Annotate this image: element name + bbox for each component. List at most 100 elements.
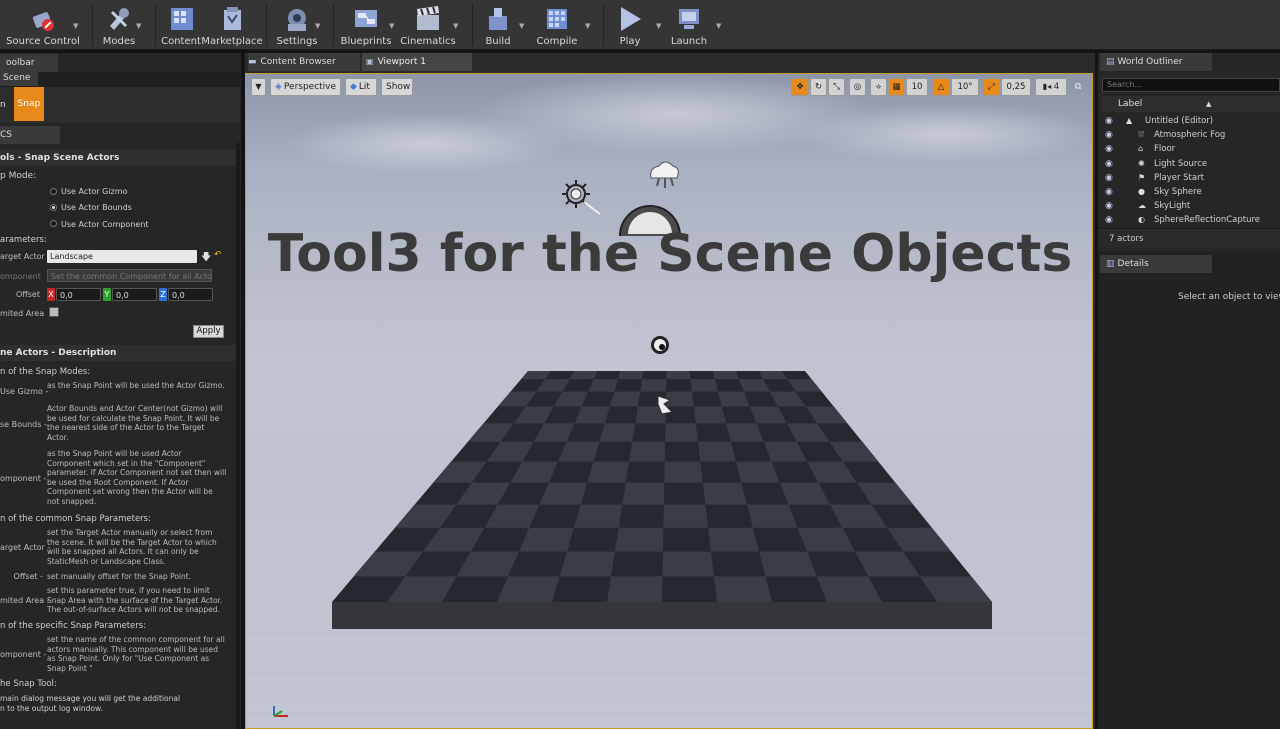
toolbar-separator (266, 4, 267, 46)
chevron-down-icon[interactable]: ▼ (716, 22, 721, 30)
show-button[interactable]: Show (381, 78, 413, 96)
launch-button[interactable]: Launch (668, 0, 710, 50)
perspective-icon: ◈ (275, 82, 282, 92)
visibility-eye-icon[interactable]: ◉ (1105, 171, 1113, 185)
translate-tool-icon[interactable]: ✥ (791, 78, 809, 96)
offset-z-input[interactable]: 0,0 (168, 288, 213, 301)
target-actor-field[interactable]: Landscape (47, 250, 197, 263)
cinematics-button[interactable]: Cinematics (400, 0, 456, 50)
component-label: omponent (0, 272, 41, 281)
play-button[interactable]: Play (612, 0, 648, 50)
limited-area-checkbox[interactable] (49, 307, 59, 317)
visibility-eye-icon[interactable]: ◉ (1105, 199, 1113, 213)
actor-count: 7 actors (1098, 228, 1280, 248)
content-button[interactable]: Content (161, 0, 201, 50)
chevron-down-icon[interactable]: ▼ (73, 22, 78, 30)
limited-area-label: mited Area (0, 309, 45, 318)
tab-content-browser[interactable]: ▬ Content Browser (248, 53, 360, 71)
outliner-item-label: SphereReflectionCapture (1154, 215, 1261, 226)
apply-button[interactable]: Apply (193, 325, 224, 338)
rotation-snap-value[interactable]: 10° (951, 78, 979, 96)
outliner-item[interactable]: ◉ ⚑ Player Start (1098, 171, 1280, 185)
tab-details[interactable]: ▥ Details (1100, 255, 1212, 273)
build-button[interactable]: Build (480, 0, 516, 50)
chevron-down-icon[interactable]: ▼ (585, 22, 590, 30)
outliner-item[interactable]: ◉ ☁ SkyLight (1098, 199, 1280, 213)
outliner-item-label: Atmospheric Fog (1154, 130, 1226, 141)
toolbar-separator (603, 4, 604, 46)
build-icon (489, 8, 507, 30)
component-field[interactable]: Set the common Component for all Actors (47, 269, 212, 282)
radio-use-actor-bounds[interactable] (50, 204, 57, 211)
world-space-icon[interactable]: ◎ (849, 78, 866, 96)
visibility-eye-icon[interactable]: ◉ (1105, 128, 1113, 142)
source-control-button[interactable]: Source Control (6, 0, 80, 50)
chevron-down-icon[interactable]: ▼ (656, 22, 661, 30)
cinematics-icon (417, 6, 439, 30)
outliner-item[interactable]: ◉ ▲ Untitled (Editor) (1098, 114, 1280, 128)
chevron-down-icon[interactable]: ▼ (136, 22, 141, 30)
prev-mode-button[interactable]: n (0, 100, 6, 110)
floor-tile (607, 576, 663, 602)
offset-x-input[interactable]: 0,0 (56, 288, 101, 301)
visibility-eye-icon[interactable]: ◉ (1105, 142, 1113, 156)
blueprints-button[interactable]: Blueprints (341, 0, 391, 50)
scale-snap-icon[interactable]: ⤢ (983, 78, 1000, 96)
tab-scene[interactable]: Scene (0, 71, 38, 86)
outliner-item[interactable]: ◉ ⛆ Atmospheric Fog (1098, 128, 1280, 142)
compile-button[interactable]: Compile (536, 0, 578, 50)
lit-button[interactable]: ◆ Lit (345, 78, 377, 96)
outliner-search-input[interactable]: Search... (1102, 78, 1280, 92)
floor-tile (714, 576, 772, 602)
radio-use-actor-gizmo[interactable] (50, 188, 57, 195)
scrollbar[interactable] (236, 143, 240, 729)
maximize-viewport-icon[interactable]: ⧉ (1075, 82, 1081, 92)
surface-snap-icon[interactable]: ⟡ (870, 78, 887, 96)
tab-viewport-1[interactable]: ▣ Viewport 1 (362, 53, 472, 71)
radio-use-actor-component[interactable] (50, 220, 57, 227)
outliner-item-label: SkyLight (1154, 201, 1191, 212)
scale-tool-icon[interactable]: ⤡ (828, 78, 845, 96)
tab-world-outliner[interactable]: ▤ World Outliner (1100, 53, 1212, 71)
outliner-item-label: Player Start (1154, 172, 1204, 183)
chevron-down-icon[interactable]: ▼ (519, 22, 524, 30)
grid-snap-icon[interactable]: ▦ (888, 78, 905, 96)
desc-limited-label: mited Area - (0, 596, 50, 605)
rotate-tool-icon[interactable]: ↻ (810, 78, 827, 96)
reset-arrow-icon[interactable]: ↶ (214, 250, 222, 260)
mode-gizmo-label: Use Actor Gizmo (61, 187, 128, 196)
camera-speed-button[interactable]: ▮◂ 4 (1035, 78, 1067, 96)
floor-tile (629, 441, 666, 462)
visibility-eye-icon[interactable]: ◉ (1105, 185, 1113, 199)
chevron-down-icon[interactable]: ▼ (453, 22, 458, 30)
chevron-down-icon[interactable]: ▼ (315, 22, 320, 30)
chevron-down-icon[interactable]: ▼ (389, 22, 394, 30)
marketplace-button[interactable]: Marketplace (201, 0, 263, 50)
arrow-down-icon[interactable]: 🡇 (201, 250, 211, 267)
visibility-eye-icon[interactable]: ◉ (1105, 114, 1113, 128)
details-icon: ▥ (1106, 259, 1115, 269)
scale-snap-value[interactable]: 0,25 (1001, 78, 1031, 96)
outliner-item[interactable]: ◉ ◐ SphereReflectionCapture (1098, 213, 1280, 227)
lit-icon: ◆ (350, 82, 357, 92)
perspective-label: Perspective (283, 82, 337, 92)
viewport-options-button[interactable]: ▼ (251, 78, 266, 96)
tab-toolbar[interactable]: oolbar (0, 54, 58, 72)
outliner-item[interactable]: ◉ ⌂ Floor (1098, 142, 1280, 156)
level-viewport[interactable]: Tool3 for the Scene Objects ▼ ◈ Perspecti… (245, 73, 1093, 729)
settings-button[interactable]: Settings (276, 0, 318, 50)
outliner-header[interactable]: Label ▲ (1102, 96, 1280, 112)
outliner-item[interactable]: ◉ ✺ Light Source (1098, 157, 1280, 171)
rotation-snap-icon[interactable]: △ (932, 78, 950, 96)
modes-button[interactable]: Modes (100, 0, 138, 50)
perspective-button[interactable]: ◈ Perspective (270, 78, 341, 96)
snap-mode-button[interactable]: Snap (14, 87, 44, 121)
grid-snap-value[interactable]: 10 (906, 78, 928, 96)
offset-y-input[interactable]: 0,0 (112, 288, 157, 301)
tool-text-1: main dialog message you will get the add… (0, 694, 181, 703)
tab-cs[interactable]: CS (0, 126, 60, 144)
visibility-eye-icon[interactable]: ◉ (1105, 213, 1113, 227)
visibility-eye-icon[interactable]: ◉ (1105, 157, 1113, 171)
outliner-item[interactable]: ◉ ● Sky Sphere (1098, 185, 1280, 199)
marketplace-icon (224, 7, 241, 30)
